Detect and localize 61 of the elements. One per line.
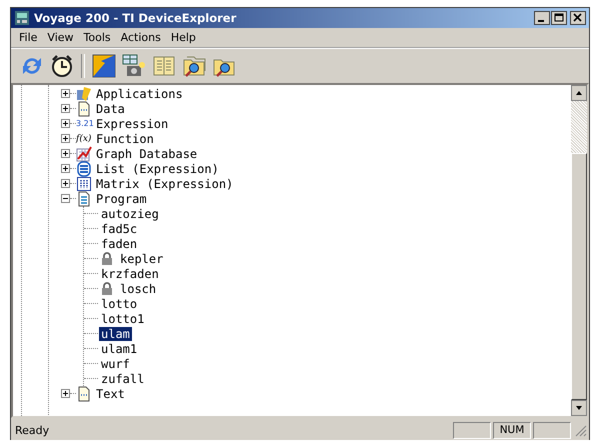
collapse-icon[interactable] xyxy=(61,194,70,203)
list-icon xyxy=(76,160,92,176)
tree-item[interactable]: faden xyxy=(99,236,140,250)
tree-item[interactable]: wurf xyxy=(99,356,132,370)
tree-item[interactable]: zufall xyxy=(99,372,146,386)
maximize-icon[interactable] xyxy=(551,11,567,25)
window-title: Voyage 200 - TI DeviceExplorer xyxy=(34,11,238,25)
menu-item[interactable]: View xyxy=(43,31,78,44)
expand-icon[interactable] xyxy=(61,119,70,128)
type-icon: f(x) xyxy=(76,134,94,144)
camera-icon[interactable] xyxy=(121,53,147,79)
status-text: Ready xyxy=(14,424,50,436)
expand-icon[interactable] xyxy=(61,164,70,173)
status-panel xyxy=(453,422,491,438)
tree-item[interactable]: Text xyxy=(94,386,127,400)
menu-item[interactable]: Help xyxy=(166,31,200,44)
program-file-icon xyxy=(76,190,92,206)
tree-item[interactable]: lotto1 xyxy=(99,312,146,326)
tree-item[interactable]: Graph Database xyxy=(94,146,200,160)
status-panel xyxy=(533,422,571,438)
scroll-thumb[interactable] xyxy=(571,153,587,400)
status-indicator: NUM xyxy=(493,422,531,438)
tree-item[interactable]: Program xyxy=(94,192,149,206)
tree-item[interactable]: Expression xyxy=(94,116,170,130)
tree-item[interactable]: kepler xyxy=(118,252,166,266)
alarm-clock-icon[interactable] xyxy=(49,53,75,79)
calculator-icon xyxy=(14,10,30,26)
menu-item[interactable]: Actions xyxy=(116,31,165,44)
type-icon: 3.21 xyxy=(76,119,94,128)
graph-icon xyxy=(76,146,92,162)
tree-item[interactable]: krzfaden xyxy=(99,266,161,280)
menu-item[interactable]: File xyxy=(15,31,42,44)
tree-item[interactable]: Function xyxy=(94,132,156,146)
data-file-icon xyxy=(76,100,92,116)
scrollbar[interactable] xyxy=(571,85,587,416)
menu-item[interactable]: Tools xyxy=(80,31,115,44)
tree-item[interactable]: Applications xyxy=(94,86,185,100)
expand-icon[interactable] xyxy=(61,149,70,158)
tree-item[interactable]: Matrix (Expression) xyxy=(94,176,236,190)
scroll-up-icon[interactable] xyxy=(571,85,587,101)
expand-icon[interactable] xyxy=(61,104,70,113)
minimize-icon[interactable] xyxy=(534,11,550,25)
resize-grip-icon[interactable] xyxy=(573,423,587,437)
transfer-icon[interactable] xyxy=(91,53,117,79)
text-file-icon xyxy=(76,386,92,402)
tree-item[interactable]: Data xyxy=(94,102,127,116)
tree-item[interactable]: fad5c xyxy=(99,222,140,236)
close-icon[interactable] xyxy=(570,11,586,25)
expand-icon[interactable] xyxy=(61,179,70,188)
applications-icon xyxy=(76,86,92,102)
tree-item[interactable]: losch xyxy=(118,282,158,296)
tree-item[interactable]: List (Expression) xyxy=(94,162,221,176)
expand-icon[interactable] xyxy=(61,89,70,98)
tree-item[interactable]: autozieg xyxy=(99,206,161,220)
scroll-down-icon[interactable] xyxy=(571,400,587,416)
tree-item[interactable]: ulam xyxy=(99,326,132,340)
matrix-icon xyxy=(76,176,92,192)
tree-item[interactable]: lotto xyxy=(99,296,140,310)
expand-icon[interactable] xyxy=(61,134,70,143)
tree-item[interactable]: ulam1 xyxy=(99,342,140,356)
expand-icon[interactable] xyxy=(61,389,70,398)
